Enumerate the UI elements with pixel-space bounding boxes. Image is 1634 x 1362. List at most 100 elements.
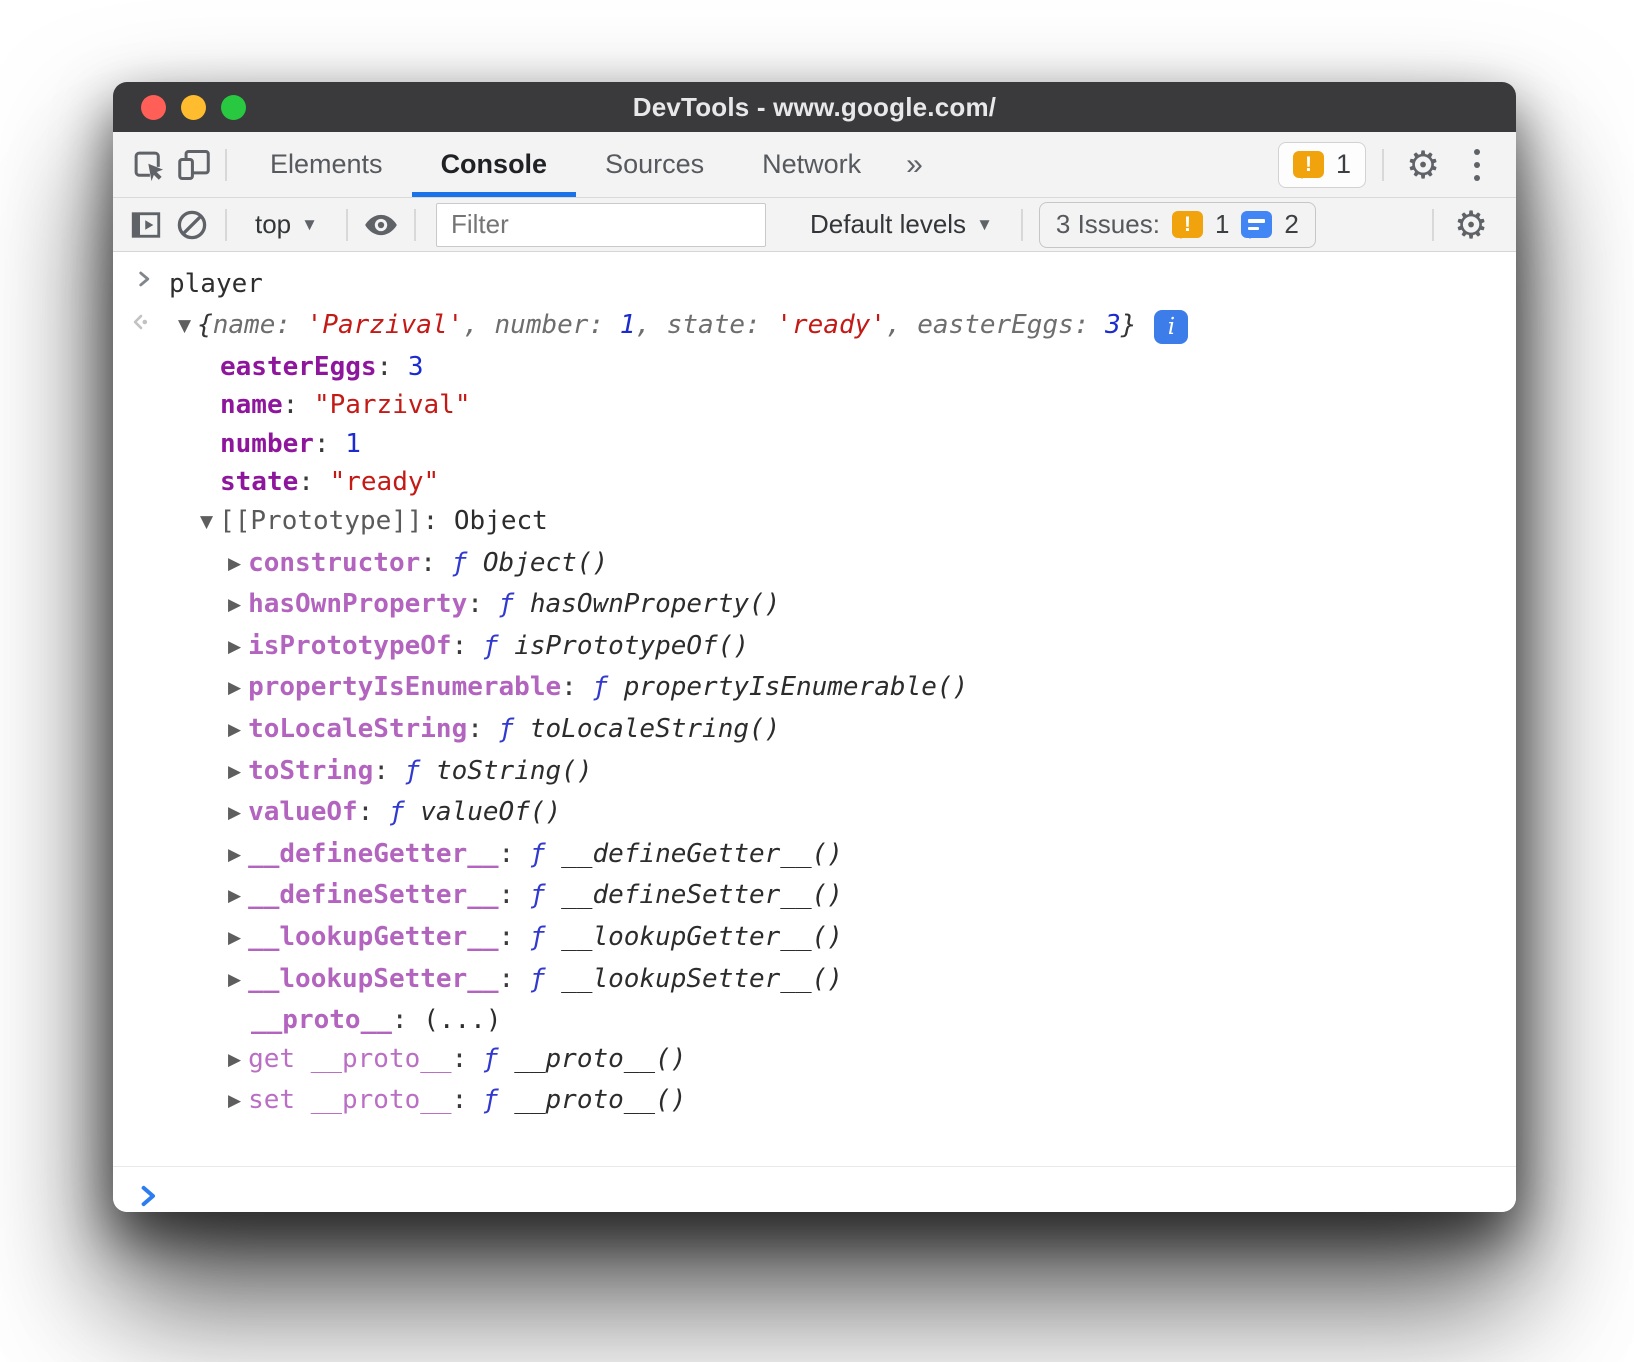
property-key: state bbox=[220, 463, 298, 502]
expander-triangle-collapsed[interactable]: ▶ bbox=[228, 711, 241, 750]
value-segment: : bbox=[1074, 310, 1105, 340]
issues-label: 3 Issues: bbox=[1056, 209, 1160, 240]
log-levels-selector[interactable]: Default levels ▼ bbox=[792, 209, 1011, 240]
key-value-separator: : bbox=[392, 1001, 423, 1040]
toolbar-right-controls: ⚙ bbox=[1432, 206, 1516, 244]
property-row-constructor[interactable]: ▶constructor: ƒ Object() bbox=[113, 544, 1516, 586]
expander-triangle-collapsed[interactable]: ▶ bbox=[228, 961, 241, 1000]
property-row-isprototypeof[interactable]: ▶isPrototypeOf: ƒ isPrototypeOf() bbox=[113, 627, 1516, 669]
key-value-separator: : bbox=[283, 386, 314, 425]
property-row-prototype[interactable]: ▼[[Prototype]]: Object bbox=[113, 502, 1516, 544]
value-segment: { bbox=[197, 310, 213, 340]
tab-elements[interactable]: Elements bbox=[241, 132, 412, 197]
inspect-element-button[interactable] bbox=[125, 132, 171, 197]
devtools-menu-button[interactable] bbox=[1462, 132, 1492, 197]
gear-icon: ⚙ bbox=[1454, 206, 1488, 244]
value-segment: "Parzival" bbox=[314, 386, 471, 425]
more-tabs-button[interactable]: » bbox=[890, 132, 939, 197]
key-value-separator: : bbox=[423, 502, 454, 541]
value-segment: name bbox=[213, 310, 276, 340]
value-segment: ƒ bbox=[483, 1081, 514, 1120]
expander-triangle-collapsed[interactable]: ▶ bbox=[228, 919, 241, 958]
property-key: __defineGetter__ bbox=[248, 835, 498, 874]
property-row-tostring[interactable]: ▶toString: ƒ toString() bbox=[113, 752, 1516, 794]
show-console-sidebar-button[interactable] bbox=[123, 198, 169, 251]
console-filter-input[interactable] bbox=[436, 203, 766, 247]
expander-triangle-collapsed[interactable]: ▶ bbox=[228, 545, 241, 584]
value-segment: 1 bbox=[345, 425, 361, 464]
expander-triangle-collapsed[interactable]: ▶ bbox=[228, 628, 241, 667]
expander-triangle-collapsed[interactable]: ▶ bbox=[228, 836, 241, 875]
property-row-set-proto[interactable]: ▶set __proto__: ƒ __proto__() bbox=[113, 1081, 1516, 1123]
value-segment: ƒ bbox=[530, 960, 561, 999]
expander-triangle-expanded[interactable]: ▼ bbox=[178, 307, 191, 346]
value-segment: 'ready' bbox=[776, 310, 886, 340]
console-errors-badge[interactable]: ! 1 bbox=[1278, 142, 1366, 188]
panel-tabs: ElementsConsoleSourcesNetwork bbox=[241, 132, 890, 197]
expander-triangle-collapsed[interactable]: ▶ bbox=[228, 1082, 241, 1121]
console-prompt[interactable] bbox=[113, 1167, 1516, 1212]
property-row-tolocalestring[interactable]: ▶toLocaleString: ƒ toLocaleString() bbox=[113, 710, 1516, 752]
create-live-expression-button[interactable] bbox=[358, 198, 404, 251]
expander-triangle-collapsed[interactable]: ▶ bbox=[228, 1041, 241, 1080]
issues-counter-button[interactable]: 3 Issues: ! 1 2 bbox=[1039, 202, 1316, 248]
clear-console-button[interactable] bbox=[169, 198, 215, 251]
window-titlebar[interactable]: DevTools - www.google.com/ bbox=[113, 82, 1516, 132]
value-segment: : bbox=[745, 310, 776, 340]
key-value-separator: : bbox=[420, 544, 451, 583]
property-row-propertyisenumerable[interactable]: ▶propertyIsEnumerable: ƒ propertyIsEnume… bbox=[113, 668, 1516, 710]
value-segment: ƒ bbox=[483, 1040, 514, 1079]
property-key: valueOf bbox=[248, 793, 358, 832]
console-sidebar-icon bbox=[128, 207, 164, 243]
value-segment: "ready" bbox=[330, 463, 440, 502]
expander-triangle-collapsed[interactable]: ▶ bbox=[228, 794, 241, 833]
command-text: player bbox=[169, 262, 263, 306]
property-key: [[Prototype]] bbox=[219, 502, 423, 541]
property-row-lookupsetter[interactable]: ▶__lookupSetter__: ƒ __lookupSetter__() bbox=[113, 960, 1516, 1002]
value-segment: toLocaleString() bbox=[530, 710, 780, 749]
property-row-definegetter[interactable]: ▶__defineGetter__: ƒ __defineGetter__() bbox=[113, 835, 1516, 877]
console-toolbar: top ▼ Default levels ▼ bbox=[113, 198, 1516, 252]
chevron-down-icon: ▼ bbox=[301, 215, 318, 235]
value-segment: 3 bbox=[408, 348, 424, 387]
property-row-definesetter[interactable]: ▶__defineSetter__: ƒ __defineSetter__() bbox=[113, 876, 1516, 918]
issue-error-count: 1 bbox=[1215, 209, 1229, 240]
expander-triangle-collapsed[interactable]: ▶ bbox=[228, 753, 241, 792]
value-segment: ƒ bbox=[592, 668, 623, 707]
tab-console[interactable]: Console bbox=[412, 132, 577, 197]
key-value-separator: : bbox=[467, 710, 498, 749]
property-row-valueof[interactable]: ▶valueOf: ƒ valueOf() bbox=[113, 793, 1516, 835]
key-value-separator: : bbox=[298, 463, 329, 502]
property-row-hasownproperty[interactable]: ▶hasOwnProperty: ƒ hasOwnProperty() bbox=[113, 585, 1516, 627]
property-row-proto: __proto__: (...) bbox=[113, 1001, 1516, 1040]
toolbar-divider bbox=[225, 209, 227, 241]
value-segment: propertyIsEnumerable() bbox=[624, 668, 968, 707]
property-row-lookupgetter[interactable]: ▶__lookupGetter__: ƒ __lookupGetter__() bbox=[113, 918, 1516, 960]
eye-icon bbox=[362, 206, 400, 244]
tab-sources[interactable]: Sources bbox=[576, 132, 733, 197]
issue-message-count: 2 bbox=[1284, 209, 1298, 240]
toolbar-divider bbox=[1382, 149, 1384, 181]
property-row-get-proto[interactable]: ▶get __proto__: ƒ __proto__() bbox=[113, 1040, 1516, 1082]
expander-triangle-collapsed[interactable]: ▶ bbox=[228, 877, 241, 916]
property-key: __proto__ bbox=[251, 1001, 392, 1040]
chevron-down-icon: ▼ bbox=[976, 215, 993, 235]
expander-triangle-expanded[interactable]: ▼ bbox=[200, 503, 213, 542]
expander-triangle-collapsed[interactable]: ▶ bbox=[228, 669, 241, 708]
value-segment: ƒ bbox=[405, 752, 436, 791]
value-segment: toString() bbox=[436, 752, 593, 791]
info-icon[interactable]: i bbox=[1154, 310, 1188, 344]
tab-network[interactable]: Network bbox=[733, 132, 890, 197]
frame-context-selector[interactable]: top ▼ bbox=[237, 209, 336, 240]
property-key: toLocaleString bbox=[248, 710, 467, 749]
key-value-separator: : bbox=[373, 752, 404, 791]
command-chevron-icon bbox=[131, 262, 157, 306]
console-settings-button[interactable]: ⚙ bbox=[1448, 206, 1494, 244]
console-panel: player▼{name: 'Parzival', number: 1, sta… bbox=[113, 252, 1516, 1212]
value-segment: __defineGetter__() bbox=[561, 835, 843, 874]
console-messages: player▼{name: 'Parzival', number: 1, sta… bbox=[113, 252, 1516, 1123]
property-key: easterEggs bbox=[220, 348, 377, 387]
toggle-device-toolbar-button[interactable] bbox=[171, 132, 217, 197]
devtools-settings-button[interactable]: ⚙ bbox=[1400, 132, 1446, 197]
expander-triangle-collapsed[interactable]: ▶ bbox=[228, 586, 241, 625]
